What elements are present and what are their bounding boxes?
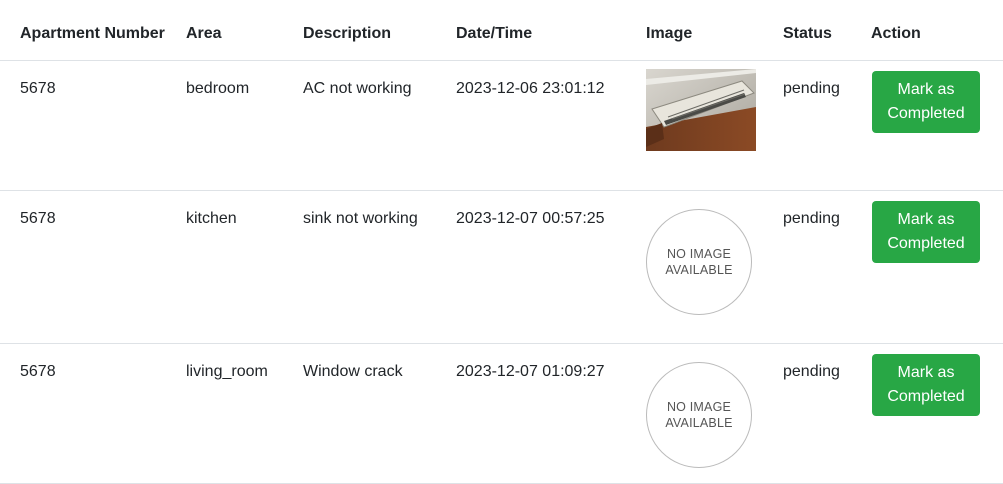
mark-as-completed-button[interactable]: Mark as Completed: [872, 71, 980, 133]
cell-status: pending: [783, 363, 840, 380]
no-image-placeholder: NO IMAGE AVAILABLE: [646, 362, 752, 468]
table-row: 5678 living_room Window crack 2023-12-07…: [0, 344, 1003, 484]
cell-image: NO IMAGE AVAILABLE: [646, 344, 783, 484]
mark-as-completed-button[interactable]: Mark as Completed: [872, 201, 980, 263]
cell-date-time: 2023-12-06 23:01:12: [456, 80, 605, 97]
cell-description: sink not working: [303, 210, 418, 227]
cell-date-time: 2023-12-07 00:57:25: [456, 210, 605, 227]
cell-apartment-number: 5678: [20, 80, 56, 97]
no-image-text: AVAILABLE: [665, 263, 733, 277]
no-image-text: NO IMAGE: [666, 400, 732, 414]
cell-action: Mark as Completed: [871, 61, 1003, 191]
header-area: Area: [186, 6, 303, 61]
table-row: 5678 kitchen sink not working 2023-12-07…: [0, 191, 1003, 344]
request-photo[interactable]: [646, 69, 756, 151]
header-action: Action: [871, 6, 1003, 61]
mark-as-completed-button[interactable]: Mark as Completed: [872, 354, 980, 416]
no-image-text: AVAILABLE: [665, 416, 733, 430]
no-image-placeholder: NO IMAGE AVAILABLE: [646, 209, 752, 315]
no-image-text: NO IMAGE: [666, 247, 732, 261]
cell-status: pending: [783, 80, 840, 97]
cell-description: Window crack: [303, 363, 403, 380]
cell-action: Mark as Completed: [871, 191, 1003, 344]
cell-status: pending: [783, 210, 840, 227]
table-header-row: Apartment Number Area Description Date/T…: [0, 6, 1003, 61]
table-row: 5678 bedroom AC not working 2023-12-06 2…: [0, 61, 1003, 191]
cell-apartment-number: 5678: [20, 363, 56, 380]
cell-description: AC not working: [303, 80, 412, 97]
header-apartment-number: Apartment Number: [0, 6, 186, 61]
cell-area: kitchen: [186, 210, 237, 227]
cell-area: living_room: [186, 363, 268, 380]
cell-image: NO IMAGE AVAILABLE: [646, 191, 783, 344]
maintenance-requests-table: Apartment Number Area Description Date/T…: [0, 6, 1003, 484]
header-status: Status: [783, 6, 871, 61]
header-image: Image: [646, 6, 783, 61]
cell-date-time: 2023-12-07 01:09:27: [456, 363, 605, 380]
cell-action: Mark as Completed: [871, 344, 1003, 484]
cell-apartment-number: 5678: [20, 210, 56, 227]
header-date-time: Date/Time: [456, 6, 646, 61]
header-description: Description: [303, 6, 456, 61]
cell-area: bedroom: [186, 80, 250, 97]
cell-image: [646, 61, 783, 191]
